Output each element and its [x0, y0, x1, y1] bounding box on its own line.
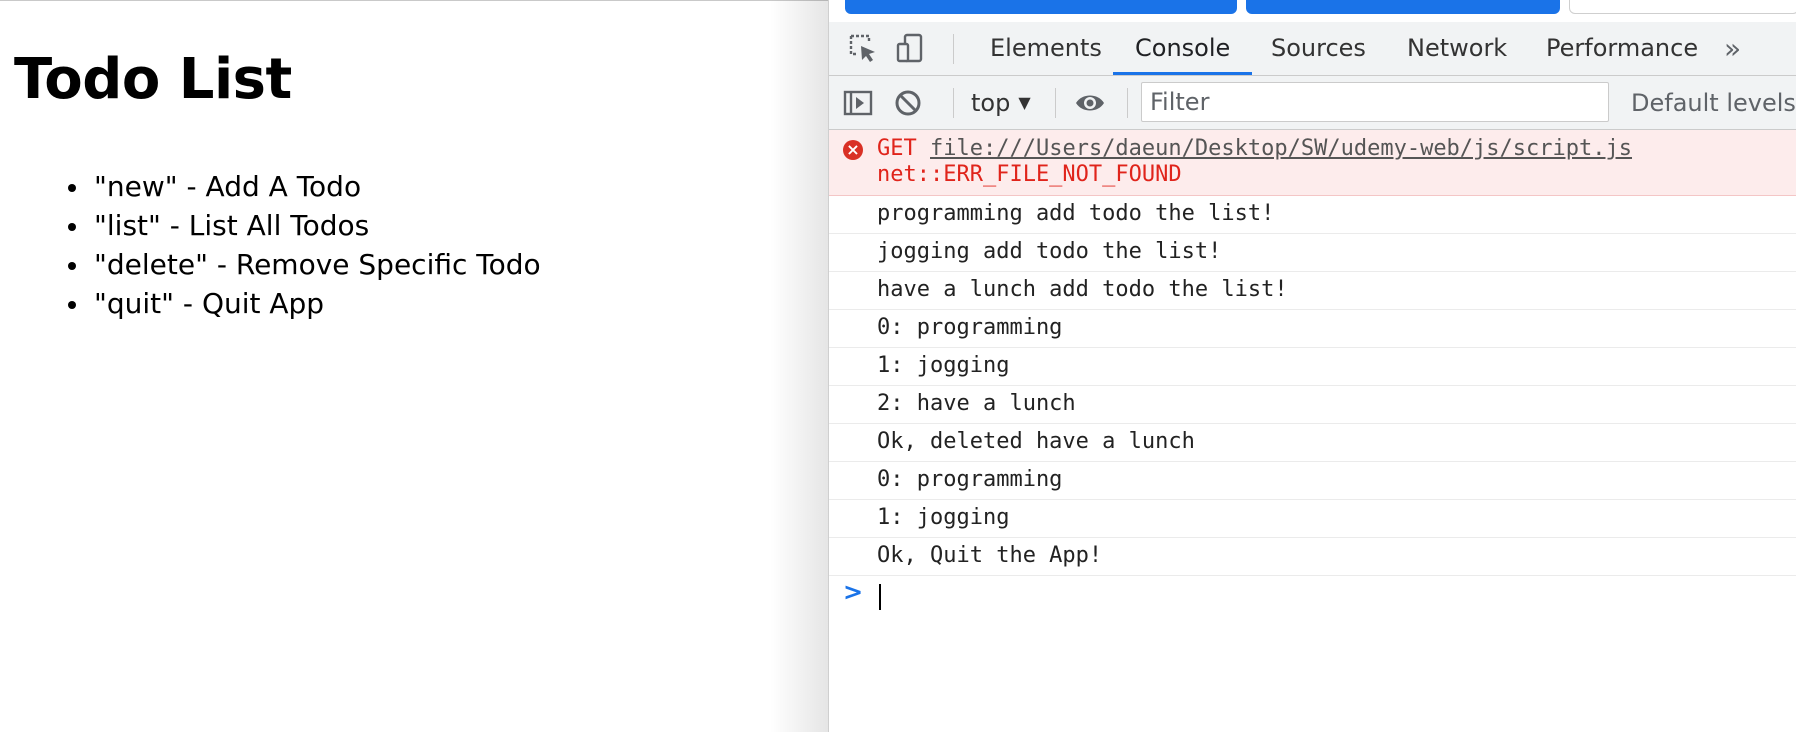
devtools-dock-shadow — [770, 0, 828, 732]
toolbar-divider — [953, 34, 954, 64]
context-selector[interactable]: top ▼ — [971, 76, 1031, 130]
console-message: Ok, Quit the App! — [829, 538, 1796, 576]
devtools-tabbar: Elements Console Sources Network Perform… — [829, 22, 1796, 76]
extension-button[interactable] — [845, 0, 1237, 14]
sidebar-toggle-icon[interactable] — [841, 86, 875, 120]
tab-network[interactable]: Network — [1385, 22, 1529, 75]
list-item: "new" - Add A Todo — [68, 167, 541, 206]
error-method: GET — [877, 136, 917, 161]
log-levels-dropdown[interactable]: Default levels — [1631, 76, 1796, 130]
text-cursor — [879, 584, 881, 610]
tab-elements[interactable]: Elements — [968, 22, 1124, 75]
dropdown-caret-icon: ▼ — [1018, 93, 1031, 112]
filter-input[interactable] — [1141, 82, 1609, 122]
console-message: 2: have a lunch — [829, 386, 1796, 424]
toolbar-divider — [1055, 88, 1056, 118]
command-list: "new" - Add A Todo "list" - List All Tod… — [68, 167, 541, 323]
toolbar-divider — [953, 88, 954, 118]
console-message: 1: jogging — [829, 500, 1796, 538]
extension-bar — [829, 0, 1796, 20]
device-toolbar-icon[interactable] — [893, 32, 927, 66]
console-toolbar: top ▼ Default levels — [829, 76, 1796, 130]
page-title: Todo List — [14, 47, 292, 112]
console-message: jogging add todo the list! — [829, 234, 1796, 272]
extension-button[interactable] — [1569, 0, 1796, 14]
more-tabs-icon[interactable]: » — [1724, 22, 1741, 75]
clear-console-icon[interactable] — [891, 86, 925, 120]
error-code: net::ERR_FILE_NOT_FOUND — [877, 162, 1182, 187]
devtools-panel: Elements Console Sources Network Perform… — [828, 0, 1796, 732]
extension-button[interactable] — [1246, 0, 1560, 14]
prompt-chevron-icon: > — [843, 578, 864, 606]
console-error-message: × GET file:///Users/daeun/Desktop/SW/ude… — [829, 130, 1796, 196]
console-output: × GET file:///Users/daeun/Desktop/SW/ude… — [829, 130, 1796, 616]
tab-sources[interactable]: Sources — [1249, 22, 1388, 75]
toolbar-divider — [1127, 88, 1128, 118]
list-item: "delete" - Remove Specific Todo — [68, 245, 541, 284]
inspect-element-icon[interactable] — [847, 32, 881, 66]
tab-performance[interactable]: Performance — [1524, 22, 1720, 75]
console-message: 1: jogging — [829, 348, 1796, 386]
console-message: 0: programming — [829, 462, 1796, 500]
webpage-viewport: Todo List "new" - Add A Todo "list" - Li… — [0, 0, 828, 732]
tab-console[interactable]: Console — [1113, 22, 1253, 75]
live-expression-eye-icon[interactable] — [1073, 86, 1107, 120]
console-prompt[interactable]: > — [829, 576, 1796, 616]
console-message: programming add todo the list! — [829, 196, 1796, 234]
context-value: top — [971, 89, 1011, 117]
error-url-link[interactable]: file:///Users/daeun/Desktop/SW/udemy-web… — [930, 136, 1632, 161]
error-icon: × — [843, 140, 863, 160]
list-item: "list" - List All Todos — [68, 206, 541, 245]
console-message: Ok, deleted have a lunch — [829, 424, 1796, 462]
console-message: 0: programming — [829, 310, 1796, 348]
list-item: "quit" - Quit App — [68, 284, 541, 323]
console-message: have a lunch add todo the list! — [829, 272, 1796, 310]
